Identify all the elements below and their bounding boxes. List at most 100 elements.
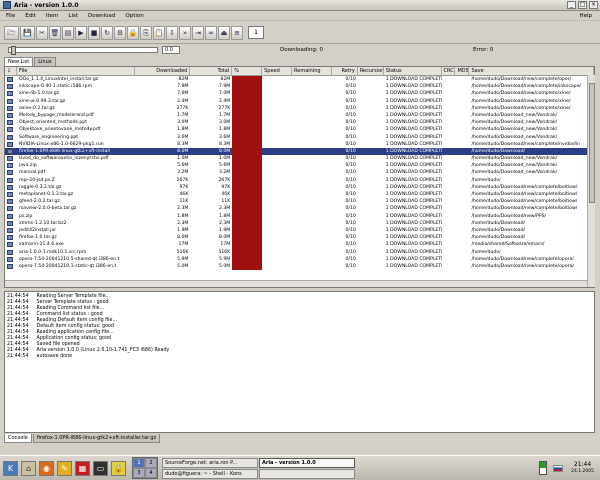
table-row[interactable]: ps.zip 1.8M 1.8M 0/10 1 DOWNLOAD COMPLETE/ho…: [5, 212, 594, 220]
cell-md5: [455, 184, 469, 191]
firefox-icon[interactable]: ◉: [39, 460, 54, 476]
table-row[interactable]: xamarin-21.4.6.exe 17M 17M 0/10 1 DOWNLOAD C…: [5, 241, 594, 249]
menu-option[interactable]: Option: [125, 13, 143, 19]
menu-icon[interactable]: ≡: [231, 25, 243, 40]
minimize-icon[interactable]: _: [567, 1, 576, 9]
copy-icon[interactable]: ⎘: [140, 25, 152, 40]
col-remaining[interactable]: Remaining: [292, 67, 332, 75]
lock-screen-icon[interactable]: 🔒: [111, 460, 126, 476]
start-icon[interactable]: ▶: [75, 25, 87, 40]
col-file[interactable]: File: [17, 67, 135, 75]
list-horizontal-scrollbar[interactable]: [5, 280, 587, 287]
folder-open-icon[interactable]: 🗁: [4, 25, 19, 40]
table-row[interactable]: aria-1.0.0-1.mdk10.1.src.rpm 516K 516K 0/10…: [5, 248, 594, 256]
col-status[interactable]: Status: [384, 67, 442, 75]
table-row[interactable]: mpi-20-jsd.ps.Z 267K 267K 0/10 1 DOWNLOAD CO…: [5, 176, 594, 184]
table-row[interactable]: raggle-0.3.2.tar.gz 97K 97K 0/10 1 DOWNLOAD …: [5, 183, 594, 191]
task-sourceforge[interactable]: SourceForge.net: aria.ron P...: [162, 457, 258, 468]
col-total[interactable]: Total: [190, 67, 233, 75]
table-row[interactable]: Melody_bypage_modelerand.pdf 1.7M 1.7M 0/10…: [5, 111, 594, 120]
desktop-3[interactable]: 3: [133, 468, 145, 478]
menu-file[interactable]: File: [6, 13, 15, 19]
table-row[interactable]: Object_oriented_methods.ppt 3.0M 3.0M 0/10 1…: [5, 119, 594, 127]
tab-new-list[interactable]: New List: [4, 57, 34, 66]
table-row[interactable]: inkscape-0.40-1.static.i586.rpm 7.9M 7.9M 0…: [5, 83, 594, 91]
terminal-icon[interactable]: ▭: [93, 460, 108, 476]
flag-icon[interactable]: [553, 464, 564, 472]
tab-item-log[interactable]: firefox-1.0PR-i686-linux-gtk2+xft-instal…: [32, 434, 161, 443]
close-icon[interactable]: ×: [589, 1, 598, 9]
table-row[interactable]: metaplanet-0.1.3.tar.gz 46K 46K 0/10 1 DOWNL…: [5, 191, 594, 199]
table-row[interactable]: Objektove_orientovane_metody.pdf 1.8M 1.8M…: [5, 126, 594, 134]
table-row[interactable]: opera-7.54-20041210.1-static-qt.i386-en.…: [5, 262, 594, 271]
settings-icon[interactable]: ⚙: [114, 25, 126, 40]
col-speed[interactable]: Speed: [262, 67, 293, 75]
menu-edit[interactable]: Edit: [25, 13, 36, 19]
col-downloaded[interactable]: Downloaded: [135, 67, 191, 75]
paste-icon[interactable]: 📋: [153, 25, 165, 40]
kde-menu-icon[interactable]: K: [3, 460, 18, 476]
table-row[interactable]: Software_engineering.ppt 3.6M 3.6M 0/10 1 DO…: [5, 133, 594, 141]
menu-help[interactable]: Help: [579, 13, 592, 19]
table-row[interactable]: firefox-1.0PR-i686-linux-gtk2+xft-instal…: [5, 147, 594, 156]
infinity-icon[interactable]: ∞: [205, 25, 217, 40]
calculator-icon[interactable]: ▦: [75, 460, 90, 476]
table-row[interactable]: Uvod_do_softwaroveho_inzenyrstvi.pdf 1.0M…: [5, 155, 594, 163]
table-row[interactable]: xine-lib-1.0.tar.gz 7.0M 7.0M 0/10 1 DOWNLOA…: [5, 90, 594, 98]
col-recursion[interactable]: Recursion: [358, 67, 384, 75]
table-row[interactable]: xmms-1.2.10.tar.bz2 2.3M 2.3M 0/10 1 DOWNLOA…: [5, 219, 594, 227]
table-row[interactable]: jedit42install.jar 1.9M 1.9M 0/10 1 DOWNLOAD…: [5, 226, 594, 235]
table-row[interactable]: gfeed-2.0.2.tar.gz 11K 11K 0/10 1 DOWNLOAD C…: [5, 198, 594, 206]
delete-icon[interactable]: 🗑: [49, 25, 61, 40]
network-icon[interactable]: [539, 461, 548, 475]
col-icon[interactable]: ⇩: [5, 67, 17, 75]
download-icon[interactable]: ⇩: [166, 25, 178, 40]
table-row[interactable]: rsaview-2.0.0-beta.tar.gz 2.3M 2.3M 0/10 1 D…: [5, 205, 594, 213]
speed-limit-field[interactable]: 0.0: [162, 46, 180, 54]
menu-item[interactable]: Item: [46, 13, 59, 19]
maximize-icon[interactable]: □: [578, 1, 587, 9]
list-vertical-scrollbar[interactable]: [587, 75, 595, 287]
table-row[interactable]: xine-ui-0.99.3.tar.gz 2.4M 2.4M 0/10 1 DOWNL…: [5, 97, 594, 105]
cell-status: 1 DOWNLOAD COMPLETE: [385, 235, 442, 241]
tab-linux[interactable]: Linux: [34, 57, 56, 66]
speed-slider[interactable]: [8, 46, 158, 55]
table-row[interactable]: opera-7.54-20041210.5-shared-qt.i386-en.…: [5, 255, 594, 263]
table-row[interactable]: firefox-1.0.tar.gz 8.0M 8.0M 0/10 1 DOWNLOAD…: [5, 234, 594, 242]
col-crc[interactable]: CRC: [442, 67, 456, 75]
menu-download[interactable]: Download: [88, 13, 115, 19]
desktop-2[interactable]: 2: [145, 458, 157, 468]
thread-count-spinbox[interactable]: 1: [248, 26, 264, 39]
desktop-4[interactable]: 4: [145, 468, 157, 478]
jump-icon[interactable]: ⇥: [192, 25, 204, 40]
table-row[interactable]: oxine-0.2.tar.gz 277K 277K 0/10 1 DOWNLOAD C…: [5, 104, 594, 112]
col-retry[interactable]: Retry: [332, 67, 358, 75]
col-percent[interactable]: %: [232, 67, 263, 75]
task-empty[interactable]: [259, 468, 355, 479]
office-icon[interactable]: ✎: [57, 460, 72, 476]
col-md5[interactable]: MD5: [455, 67, 470, 75]
task-aria[interactable]: Aria - version 1.0.0: [259, 457, 355, 468]
table-row[interactable]: OOo_1.1.4_LinuxIntel_install.tar.gz 82M 82…: [5, 76, 594, 84]
desktop-1[interactable]: 1: [133, 458, 145, 468]
cut-icon[interactable]: ✂: [36, 25, 48, 40]
home-folder-icon[interactable]: ⌂: [21, 460, 36, 476]
scrollbar-thumb[interactable]: [589, 83, 595, 203]
quit-icon[interactable]: ⏏: [218, 25, 230, 40]
save-icon[interactable]: 💾: [20, 25, 35, 40]
lock-icon[interactable]: 🔒: [127, 25, 139, 40]
restart-icon[interactable]: ↻: [101, 25, 113, 40]
menu-list[interactable]: List: [68, 13, 78, 19]
table-row[interactable]: manual.pdf 3.2M 3.2M 0/10 1 DOWNLOAD COMPLET…: [5, 169, 594, 177]
file-type-icon: [5, 220, 17, 227]
table-row[interactable]: NVIDIA-Linux-x86-1.0-6629-pkg1.run 8.3M 8.…: [5, 140, 594, 148]
forward-icon[interactable]: »: [179, 25, 191, 40]
speed-slider-knob[interactable]: [11, 46, 16, 55]
task-shell[interactable]: dudo@figuera: ~ - Shell - Kons: [162, 468, 258, 479]
col-save[interactable]: Save: [469, 67, 594, 75]
tab-console[interactable]: Console: [4, 434, 32, 443]
clock[interactable]: 21:44 24.1.2005: [571, 461, 594, 475]
queue-icon[interactable]: ▤: [62, 25, 74, 40]
table-row[interactable]: java.zip 5.6M 5.6M 0/10 1 DOWNLOAD COMPLETE /…: [5, 162, 594, 170]
stop-icon[interactable]: ■: [88, 25, 100, 40]
